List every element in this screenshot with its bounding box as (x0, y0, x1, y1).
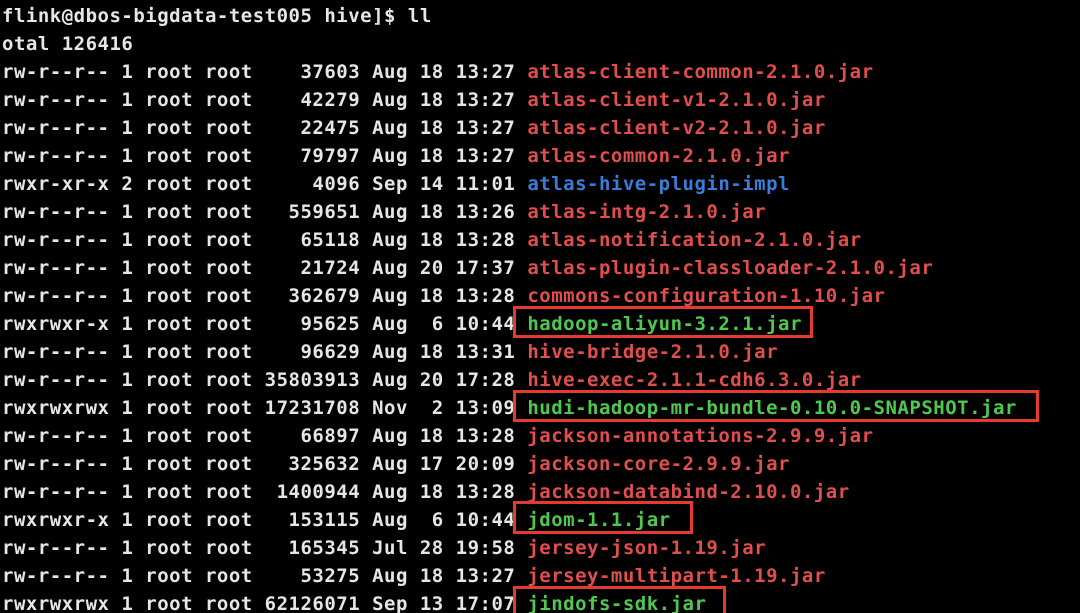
file-metadata: rw-r--r-- 1 root root 1400944 Aug 18 13:… (2, 481, 527, 503)
terminal-line: rw-r--r-- 1 root root 53275 Aug 18 13:27… (2, 562, 1078, 590)
file-metadata: rw-r--r-- 1 root root 96629 Aug 18 13:31 (2, 341, 527, 363)
terminal-line: flink@dbos-bigdata-test005 hive]$ ll (2, 2, 1078, 30)
file-name: jackson-databind-2.10.0.jar (527, 481, 849, 503)
file-metadata: rwxrwxr-x 1 root root 153115 Aug 6 10:44 (2, 509, 527, 531)
terminal-line: rw-r--r-- 1 root root 79797 Aug 18 13:27… (2, 142, 1078, 170)
terminal-line: otal 126416 (2, 30, 1078, 58)
file-name: atlas-intg-2.1.0.jar (527, 201, 766, 223)
file-metadata: rwxr-xr-x 2 root root 4096 Sep 14 11:01 (2, 173, 527, 195)
terminal-line: rw-r--r-- 1 root root 362679 Aug 18 13:2… (2, 282, 1078, 310)
file-metadata: rw-r--r-- 1 root root 325632 Aug 17 20:0… (2, 453, 527, 475)
file-name: hive-exec-2.1.1-cdh6.3.0.jar (527, 369, 861, 391)
terminal-line: rw-r--r-- 1 root root 559651 Aug 18 13:2… (2, 198, 1078, 226)
file-name: jindofs-sdk.jar (527, 593, 706, 613)
file-metadata: rw-r--r-- 1 root root 65118 Aug 18 13:28 (2, 229, 527, 251)
terminal-line: rwxrwxrwx 1 root root 62126071 Sep 13 17… (2, 590, 1078, 613)
file-name: jersey-json-1.19.jar (527, 537, 766, 559)
terminal-line: rwxrwxrwx 1 root root 17231708 Nov 2 13:… (2, 394, 1078, 422)
file-metadata: rw-r--r-- 1 root root 22475 Aug 18 13:27 (2, 117, 527, 139)
file-name: hudi-hadoop-mr-bundle-0.10.0-SNAPSHOT.ja… (527, 397, 1017, 419)
file-metadata: rw-r--r-- 1 root root 35803913 Aug 20 17… (2, 369, 527, 391)
total-line: otal 126416 (2, 33, 133, 55)
terminal-line: rw-r--r-- 1 root root 325632 Aug 17 20:0… (2, 450, 1078, 478)
file-name: jackson-annotations-2.9.9.jar (527, 425, 873, 447)
file-name: commons-configuration-1.10.jar (527, 285, 885, 307)
file-metadata: rw-r--r-- 1 root root 362679 Aug 18 13:2… (2, 285, 527, 307)
terminal-line: rw-r--r-- 1 root root 65118 Aug 18 13:28… (2, 226, 1078, 254)
file-name: atlas-common-2.1.0.jar (527, 145, 790, 167)
file-metadata: rw-r--r-- 1 root root 559651 Aug 18 13:2… (2, 201, 527, 223)
file-name: atlas-hive-plugin-impl (527, 173, 790, 195)
file-name: jackson-core-2.9.9.jar (527, 453, 790, 475)
terminal-line: rwxrwxr-x 1 root root 153115 Aug 6 10:44… (2, 506, 1078, 534)
terminal-line: rwxrwxr-x 1 root root 95625 Aug 6 10:44 … (2, 310, 1078, 338)
terminal-line: rw-r--r-- 1 root root 66897 Aug 18 13:28… (2, 422, 1078, 450)
file-metadata: rw-r--r-- 1 root root 66897 Aug 18 13:28 (2, 425, 527, 447)
file-name: atlas-notification-2.1.0.jar (527, 229, 861, 251)
file-name: atlas-client-common-2.1.0.jar (527, 61, 873, 83)
shell-prompt[interactable]: flink@dbos-bigdata-test005 hive]$ ll (2, 5, 432, 27)
file-metadata: rw-r--r-- 1 root root 42279 Aug 18 13:27 (2, 89, 527, 111)
file-name: atlas-plugin-classloader-2.1.0.jar (527, 257, 933, 279)
terminal-line: rw-r--r-- 1 root root 1400944 Aug 18 13:… (2, 478, 1078, 506)
file-name: hadoop-aliyun-3.2.1.jar (527, 313, 802, 335)
terminal-line: rw-r--r-- 1 root root 96629 Aug 18 13:31… (2, 338, 1078, 366)
terminal-line: rw-r--r-- 1 root root 37603 Aug 18 13:27… (2, 58, 1078, 86)
terminal-line: rw-r--r-- 1 root root 21724 Aug 20 17:37… (2, 254, 1078, 282)
file-metadata: rwxrwxrwx 1 root root 17231708 Nov 2 13:… (2, 397, 527, 419)
file-metadata: rw-r--r-- 1 root root 79797 Aug 18 13:27 (2, 145, 527, 167)
terminal-line: rw-r--r-- 1 root root 35803913 Aug 20 17… (2, 366, 1078, 394)
file-metadata: rwxrwxr-x 1 root root 95625 Aug 6 10:44 (2, 313, 527, 335)
file-metadata: rw-r--r-- 1 root root 37603 Aug 18 13:27 (2, 61, 527, 83)
file-metadata: rw-r--r-- 1 root root 165345 Jul 28 19:5… (2, 537, 527, 559)
file-name: hive-bridge-2.1.0.jar (527, 341, 778, 363)
terminal-line: rw-r--r-- 1 root root 165345 Jul 28 19:5… (2, 534, 1078, 562)
file-metadata: rwxrwxrwx 1 root root 62126071 Sep 13 17… (2, 593, 527, 613)
terminal-line: rw-r--r-- 1 root root 22475 Aug 18 13:27… (2, 114, 1078, 142)
file-metadata: rw-r--r-- 1 root root 53275 Aug 18 13:27 (2, 565, 527, 587)
file-name: jersey-multipart-1.19.jar (527, 565, 825, 587)
terminal-line: rwxr-xr-x 2 root root 4096 Sep 14 11:01 … (2, 170, 1078, 198)
file-metadata: rw-r--r-- 1 root root 21724 Aug 20 17:37 (2, 257, 527, 279)
file-name: jdom-1.1.jar (527, 509, 670, 531)
file-name: atlas-client-v1-2.1.0.jar (527, 89, 825, 111)
terminal-output: flink@dbos-bigdata-test005 hive]$ ll otal… (0, 0, 1080, 613)
file-name: atlas-client-v2-2.1.0.jar (527, 117, 825, 139)
terminal-line: rw-r--r-- 1 root root 42279 Aug 18 13:27… (2, 86, 1078, 114)
